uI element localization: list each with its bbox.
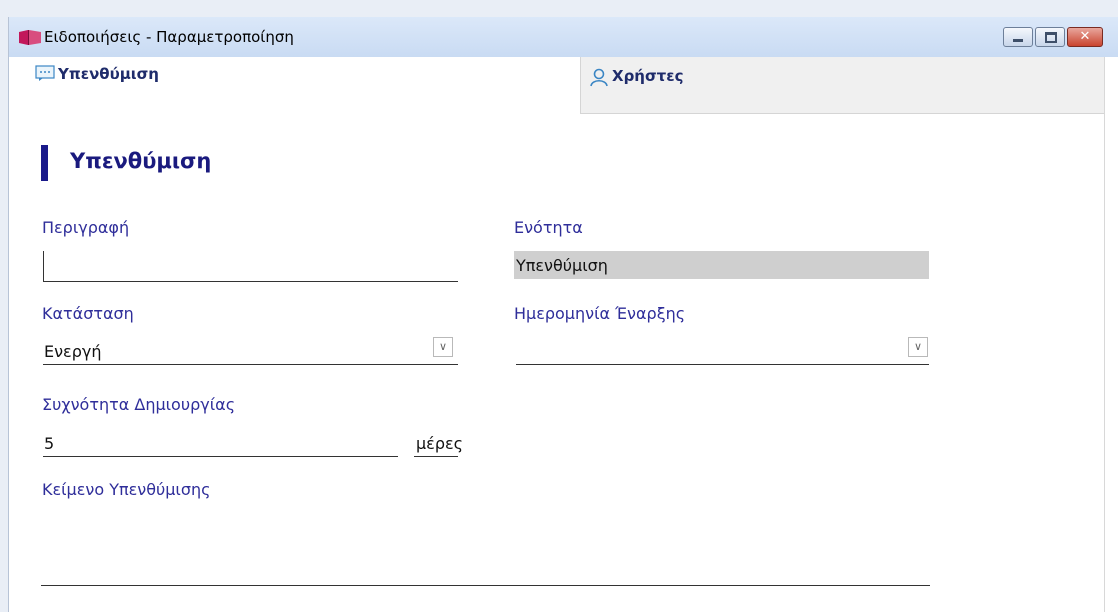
description-field[interactable] xyxy=(43,281,458,282)
status-label: Κατάσταση xyxy=(42,304,134,323)
tab-bar: Υπενθύμιση Χρήστες xyxy=(9,57,1118,115)
status-value: Ενεργή xyxy=(44,342,102,361)
start-date-dropdown-button[interactable]: ∨ xyxy=(908,337,928,357)
close-button[interactable] xyxy=(1067,27,1103,47)
app-icon xyxy=(19,30,41,45)
window-title: Ειδοποιήσεις - Παραμετροποίηση xyxy=(44,28,294,46)
description-label: Περιγραφή xyxy=(42,218,130,237)
minimize-button[interactable] xyxy=(1003,27,1033,47)
frequency-input[interactable] xyxy=(43,456,398,457)
form-heading: Υπενθύμιση xyxy=(70,149,212,173)
frequency-unit: μέρες xyxy=(416,434,464,453)
start-date-field[interactable] xyxy=(516,364,929,365)
settings-window: Ειδοποιήσεις - Παραμετροποίηση Υπενθύμισ… xyxy=(8,17,1118,612)
section-value: Υπενθύμιση xyxy=(516,256,608,275)
frequency-value: 5 xyxy=(44,434,55,453)
status-dropdown-button[interactable]: ∨ xyxy=(433,337,453,357)
maximize-button[interactable] xyxy=(1035,27,1065,47)
status-select[interactable] xyxy=(43,364,458,365)
chevron-down-icon: ∨ xyxy=(438,340,448,353)
tab-users-label: Χρήστες xyxy=(612,67,684,85)
section-label: Ενότητα xyxy=(514,218,583,237)
start-date-label: Ημερομηνία Έναρξης xyxy=(514,304,686,323)
title-bar: Ειδοποιήσεις - Παραμετροποίηση xyxy=(9,17,1118,58)
tab-reminder-label: Υπενθύμιση xyxy=(58,65,159,83)
user-icon xyxy=(590,68,608,87)
reminder-text-label: Κείμενο Υπενθύμισης xyxy=(42,480,211,499)
reminder-form: Υπενθύμιση Περιγραφή Ενότητα Υπενθύμιση … xyxy=(9,114,1103,612)
frequency-unit-underline xyxy=(414,456,458,457)
description-cursor xyxy=(43,251,44,282)
tab-reminder[interactable]: Υπενθύμιση xyxy=(9,57,581,115)
right-edge xyxy=(1104,57,1118,612)
chevron-down-icon: ∨ xyxy=(913,340,923,353)
heading-accent xyxy=(41,145,48,181)
reminder-text-field[interactable] xyxy=(41,585,930,586)
frequency-label: Συχνότητα Δημιουργίας xyxy=(42,395,236,414)
tab-users[interactable]: Χρήστες xyxy=(581,57,1118,113)
reminder-icon xyxy=(35,65,55,81)
